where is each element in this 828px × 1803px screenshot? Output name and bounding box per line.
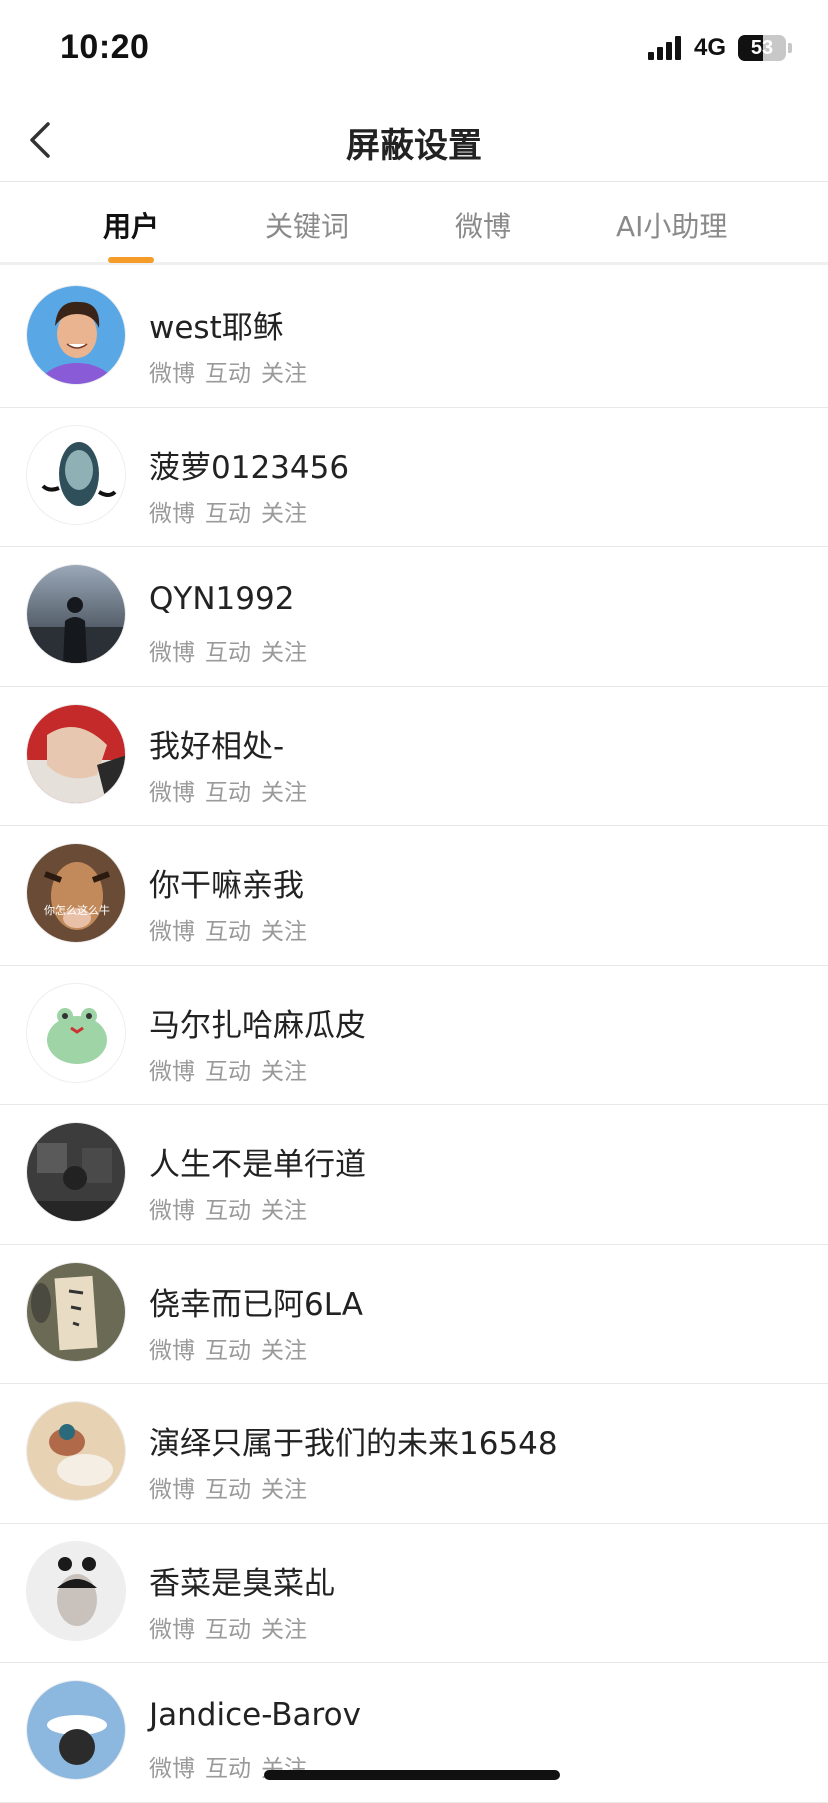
status-bar: 10:20 4G 53 bbox=[0, 0, 828, 96]
scope-weibo: 微博 bbox=[149, 1338, 195, 1364]
block-scope: 微博互动关注 bbox=[149, 494, 317, 528]
signal-icon bbox=[648, 36, 684, 60]
block-scope: 微博互动关注 bbox=[149, 1191, 317, 1225]
user-name: QYN1992 bbox=[149, 581, 294, 617]
user-name: 演绎只属于我们的未来16548 bbox=[149, 1418, 558, 1463]
scope-weibo: 微博 bbox=[149, 780, 195, 806]
list-item[interactable]: 人生不是单行道 微博互动关注 bbox=[0, 1105, 828, 1245]
network-type: 4G bbox=[694, 34, 726, 62]
block-scope: 微博互动关注 bbox=[149, 354, 317, 388]
blocked-user-list: west耶稣 微博互动关注 菠萝0123456 微博互动关注 bbox=[0, 268, 828, 1803]
list-item[interactable]: 马尔扎哈麻瓜皮 微博互动关注 bbox=[0, 966, 828, 1106]
list-item[interactable]: 香菜是臭菜乩 微博互动关注 bbox=[0, 1524, 828, 1664]
scope-follow: 关注 bbox=[261, 1477, 307, 1503]
scope-follow: 关注 bbox=[261, 1198, 307, 1224]
user-name: 马尔扎哈麻瓜皮 bbox=[149, 1000, 366, 1045]
scope-follow: 关注 bbox=[261, 780, 307, 806]
block-scope: 微博互动关注 bbox=[149, 633, 317, 667]
scope-interaction: 互动 bbox=[205, 361, 251, 387]
scope-interaction: 互动 bbox=[205, 780, 251, 806]
list-item[interactable]: 演绎只属于我们的未来16548 微博互动关注 bbox=[0, 1384, 828, 1524]
avatar[interactable] bbox=[26, 564, 126, 664]
status-time: 10:20 bbox=[60, 28, 149, 67]
scope-follow: 关注 bbox=[261, 1059, 307, 1085]
user-name: 菠萝0123456 bbox=[149, 442, 349, 487]
avatar[interactable] bbox=[26, 1541, 126, 1641]
user-name: 侥幸而已阿6LA bbox=[149, 1279, 363, 1324]
avatar[interactable] bbox=[26, 1401, 126, 1501]
scope-weibo: 微博 bbox=[149, 1477, 195, 1503]
list-item[interactable]: QYN1992 微博互动关注 bbox=[0, 547, 828, 687]
list-item[interactable]: 菠萝0123456 微博互动关注 bbox=[0, 408, 828, 548]
list-item[interactable]: 侥幸而已阿6LA 微博互动关注 bbox=[0, 1245, 828, 1385]
scope-weibo: 微博 bbox=[149, 1059, 195, 1085]
scope-follow: 关注 bbox=[261, 919, 307, 945]
scope-follow: 关注 bbox=[261, 640, 307, 666]
home-indicator[interactable] bbox=[264, 1770, 560, 1780]
avatar[interactable] bbox=[26, 1122, 126, 1222]
list-item[interactable]: west耶稣 微博互动关注 bbox=[0, 268, 828, 408]
battery-percent: 53 bbox=[751, 37, 773, 60]
scope-weibo: 微博 bbox=[149, 919, 195, 945]
list-item[interactable]: 我好相处- 微博互动关注 bbox=[0, 687, 828, 827]
tab-ai-assistant[interactable]: AI小助理 bbox=[616, 205, 727, 245]
avatar-caption: 你怎么这么牛 bbox=[44, 903, 110, 917]
avatar[interactable] bbox=[26, 1262, 126, 1362]
tab-users[interactable]: 用户 bbox=[103, 205, 159, 245]
avatar[interactable]: 你怎么这么牛 bbox=[26, 843, 126, 943]
user-name: 我好相处- bbox=[149, 721, 284, 766]
scope-weibo: 微博 bbox=[149, 1198, 195, 1224]
nav-bar: 屏蔽设置 bbox=[0, 96, 828, 182]
scope-interaction: 互动 bbox=[205, 1477, 251, 1503]
list-item[interactable]: 你怎么这么牛 你干嘛亲我 微博互动关注 bbox=[0, 826, 828, 966]
status-right: 4G 53 bbox=[648, 34, 792, 62]
block-scope: 微博互动关注 bbox=[149, 1331, 317, 1365]
battery-cap bbox=[788, 43, 792, 53]
scope-weibo: 微博 bbox=[149, 1756, 195, 1782]
scope-interaction: 互动 bbox=[205, 501, 251, 527]
scope-interaction: 互动 bbox=[205, 1198, 251, 1224]
scope-interaction: 互动 bbox=[205, 1059, 251, 1085]
scope-weibo: 微博 bbox=[149, 501, 195, 527]
scope-interaction: 互动 bbox=[205, 1338, 251, 1364]
scope-interaction: 互动 bbox=[205, 640, 251, 666]
avatar[interactable] bbox=[26, 1680, 126, 1780]
user-name: 人生不是单行道 bbox=[149, 1139, 366, 1184]
scope-interaction: 互动 bbox=[205, 1617, 251, 1643]
block-scope: 微博互动关注 bbox=[149, 1610, 317, 1644]
scope-follow: 关注 bbox=[261, 1617, 307, 1643]
avatar[interactable] bbox=[26, 285, 126, 385]
list-item[interactable]: Jandice-Barov 微博互动关注 bbox=[0, 1663, 828, 1803]
scope-interaction: 互动 bbox=[205, 1756, 251, 1782]
tab-keywords[interactable]: 关键词 bbox=[265, 205, 349, 245]
user-name: 香菜是臭菜乩 bbox=[149, 1558, 335, 1603]
tab-bar: 用户 关键词 微博 AI小助理 bbox=[0, 183, 828, 265]
scope-weibo: 微博 bbox=[149, 361, 195, 387]
user-name: west耶稣 bbox=[149, 302, 284, 347]
scope-follow: 关注 bbox=[261, 1338, 307, 1364]
scope-weibo: 微博 bbox=[149, 1617, 195, 1643]
tab-weibo[interactable]: 微博 bbox=[455, 205, 511, 245]
block-scope: 微博互动关注 bbox=[149, 912, 317, 946]
tab-active-indicator bbox=[108, 257, 154, 263]
avatar[interactable] bbox=[26, 704, 126, 804]
page-title: 屏蔽设置 bbox=[0, 118, 828, 167]
avatar[interactable] bbox=[26, 983, 126, 1083]
block-scope: 微博互动关注 bbox=[149, 773, 317, 807]
scope-follow: 关注 bbox=[261, 501, 307, 527]
block-scope: 微博互动关注 bbox=[149, 1470, 317, 1504]
user-name: 你干嘛亲我 bbox=[149, 860, 304, 905]
scope-weibo: 微博 bbox=[149, 640, 195, 666]
scope-interaction: 互动 bbox=[205, 919, 251, 945]
user-name: Jandice-Barov bbox=[149, 1697, 361, 1733]
scope-follow: 关注 bbox=[261, 361, 307, 387]
block-scope: 微博互动关注 bbox=[149, 1052, 317, 1086]
battery-icon: 53 bbox=[738, 35, 786, 61]
avatar[interactable] bbox=[26, 425, 126, 525]
